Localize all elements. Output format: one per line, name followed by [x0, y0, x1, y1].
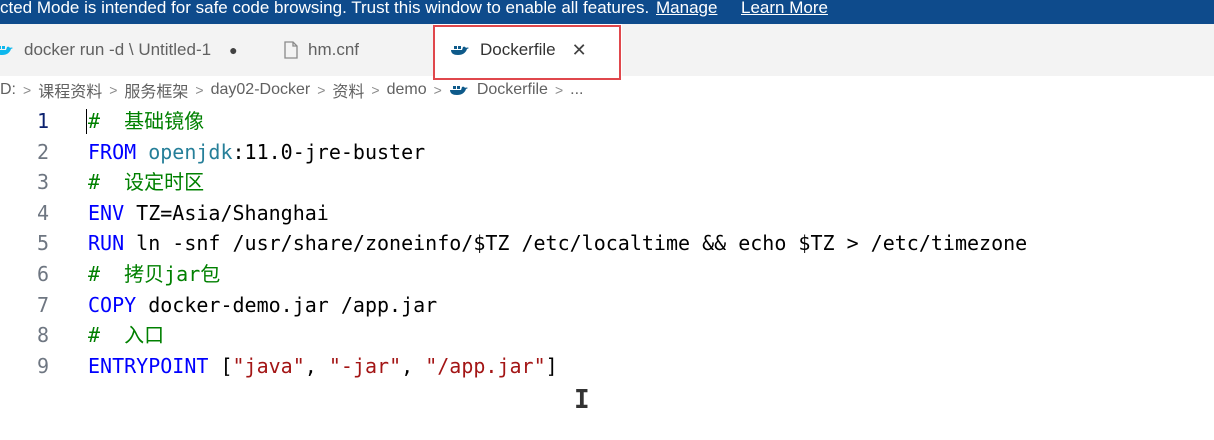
chevron-right-icon: > — [317, 82, 326, 98]
code-token: docker-demo.jar /app.jar — [136, 292, 438, 317]
code-token: # 基础镜像 — [88, 109, 205, 133]
breadcrumb: D: > 课程资料 > 服务框架 > day02-Docker > 资料 > d… — [0, 78, 583, 102]
docker-whale-icon — [0, 43, 14, 57]
close-tab-icon[interactable]: ✕ — [572, 40, 587, 61]
code-token: ] — [545, 353, 558, 378]
breadcrumb-item[interactable]: 服务框架 — [124, 78, 188, 102]
banner-message: cted Mode is intended for safe code brow… — [0, 0, 650, 17]
manage-link[interactable]: Manage — [656, 0, 717, 18]
code-token: , — [304, 353, 329, 378]
code-line[interactable]: 1 # 基础镜像 — [0, 106, 1214, 137]
code-line[interactable]: 5 RUN ln -snf /usr/share/zoneinfo/$TZ /et… — [0, 228, 1214, 259]
tab-label: docker run -d \ Untitled-1 — [24, 40, 212, 59]
code-token: , — [401, 353, 426, 378]
code-token: "/app.jar" — [425, 353, 546, 378]
text-caret — [86, 109, 87, 134]
line-number: 7 — [36, 292, 49, 317]
breadcrumb-item[interactable]: 课程资料 — [38, 78, 102, 102]
code-editor[interactable]: 1 # 基础镜像 2 FROM openjdk:11.0-jre-buster 3 # 设… — [0, 106, 1214, 440]
code-token: # 入口 — [88, 323, 165, 348]
line-number: 8 — [36, 323, 49, 348]
code-token: RUN — [88, 231, 125, 256]
docker-whale-icon — [449, 83, 469, 97]
code-token: TZ=Asia/Shanghai — [124, 200, 329, 225]
breadcrumb-item[interactable]: ... — [570, 81, 583, 99]
line-number: 6 — [36, 262, 49, 286]
code-token: COPY — [88, 292, 137, 317]
code-token: "-jar" — [328, 353, 402, 378]
tab-hm-cnf[interactable]: hm.cnf — [268, 24, 428, 76]
code-line[interactable]: 7 COPY docker-demo.jar /app.jar — [0, 290, 1214, 321]
breadcrumb-item[interactable]: D: — [0, 81, 16, 99]
code-token: ENV — [88, 200, 125, 225]
tab-label: hm.cnf — [308, 40, 360, 59]
code-text: ENV TZ=Asia/Shanghai — [88, 198, 329, 229]
tab-dockerfile[interactable]: Dockerfile ✕ — [434, 24, 622, 76]
code-line[interactable]: 3 # 设定时区 — [0, 167, 1214, 198]
code-token: FROM — [88, 139, 137, 164]
breadcrumb-item[interactable]: Dockerfile — [477, 81, 548, 99]
line-number: 5 — [36, 231, 49, 256]
code-token: # 设定时区 — [88, 170, 205, 195]
line-number: 1 — [36, 109, 49, 133]
line-number: 2 — [36, 139, 49, 164]
code-token: openjdk — [148, 139, 233, 164]
code-text: # 拷贝jar包 — [88, 259, 220, 290]
line-number: 3 — [36, 170, 49, 195]
unsaved-dot-icon[interactable]: ● — [229, 42, 237, 58]
restricted-mode-banner: cted Mode is intended for safe code brow… — [0, 0, 1214, 24]
code-text: RUN ln -snf /usr/share/zoneinfo/$TZ /etc… — [88, 228, 1027, 259]
breadcrumb-item[interactable]: day02-Docker — [211, 81, 311, 99]
tab-untitled-1[interactable]: docker run -d \ Untitled-1 ● — [0, 24, 266, 76]
breadcrumb-item[interactable]: 资料 — [332, 78, 364, 102]
code-line[interactable]: 2 FROM openjdk:11.0-jre-buster — [0, 137, 1214, 168]
code-line[interactable]: 4 ENV TZ=Asia/Shanghai — [0, 198, 1214, 229]
line-number: 9 — [36, 353, 49, 378]
chevron-right-icon: > — [109, 82, 118, 98]
code-line[interactable]: 6 # 拷贝jar包 — [0, 259, 1214, 290]
code-token: ENTRYPOINT — [88, 353, 209, 378]
chevron-right-icon: > — [554, 82, 564, 98]
code-line[interactable]: 8 # 入口 — [0, 320, 1214, 351]
text-cursor-icon: I — [574, 385, 590, 415]
chevron-right-icon: > — [195, 82, 204, 98]
learn-more-link[interactable]: Learn More — [741, 0, 828, 18]
code-text: FROM openjdk:11.0-jre-buster — [88, 137, 425, 168]
chevron-right-icon: > — [371, 82, 380, 98]
code-text: # 基础镜像 — [88, 106, 204, 137]
code-token: [ — [208, 353, 233, 378]
code-line[interactable]: 9 ENTRYPOINT ["java", "-jar", "/app.jar"] — [0, 351, 1214, 382]
chevron-right-icon: > — [433, 82, 442, 98]
code-text: ENTRYPOINT ["java", "-jar", "/app.jar"] — [88, 351, 558, 382]
editor-tab-bar: docker run -d \ Untitled-1 ● hm.cnf Dock… — [0, 24, 1214, 76]
docker-whale-icon — [450, 43, 470, 57]
code-text: # 设定时区 — [88, 167, 204, 198]
code-token: ln -snf /usr/share/zoneinfo/$TZ /etc/loc… — [124, 231, 1028, 256]
file-icon — [284, 41, 298, 59]
chevron-right-icon: > — [23, 82, 32, 98]
code-text: # 入口 — [88, 320, 164, 351]
code-token: # 拷贝jar包 — [88, 262, 221, 286]
code-text: COPY docker-demo.jar /app.jar — [88, 290, 437, 321]
line-number: 4 — [36, 200, 49, 225]
breadcrumb-item[interactable]: demo — [387, 81, 427, 99]
tab-label: Dockerfile — [480, 40, 556, 59]
code-token: :11.0-jre-buster — [232, 139, 426, 164]
code-token: "java" — [232, 353, 305, 378]
